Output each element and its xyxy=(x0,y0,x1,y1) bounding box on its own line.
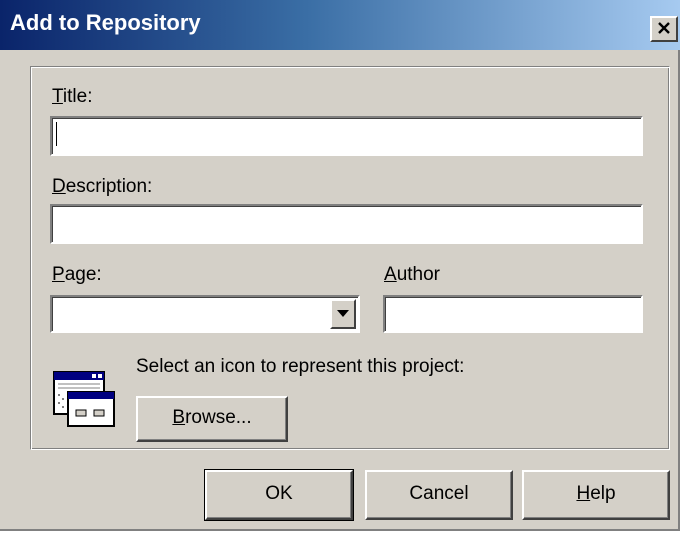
ok-button[interactable]: OK xyxy=(204,469,354,521)
title-input[interactable] xyxy=(50,116,643,156)
page-select[interactable] xyxy=(50,295,360,333)
cancel-button[interactable]: Cancel xyxy=(365,470,513,520)
title-bar[interactable]: Add to Repository xyxy=(0,0,680,50)
add-to-repository-dialog: Add to Repository Title: Description: Pa… xyxy=(0,0,680,531)
text-cursor xyxy=(56,122,57,146)
description-label: Description: xyxy=(52,176,153,197)
help-button[interactable]: Help xyxy=(522,470,670,520)
description-input[interactable] xyxy=(50,204,643,244)
dialog-title: Add to Repository xyxy=(10,10,201,35)
icon-prompt: Select an icon to represent this project… xyxy=(136,356,465,377)
browse-button[interactable]: Browse... xyxy=(136,396,288,442)
author-label: Author xyxy=(384,264,440,285)
close-icon xyxy=(657,19,671,39)
project-window-icon xyxy=(50,370,120,430)
author-input[interactable] xyxy=(383,295,643,333)
close-button[interactable] xyxy=(650,16,678,42)
page-dropdown-button[interactable] xyxy=(330,299,356,329)
title-label: Title: xyxy=(52,86,93,107)
page-label: Page: xyxy=(52,264,102,285)
